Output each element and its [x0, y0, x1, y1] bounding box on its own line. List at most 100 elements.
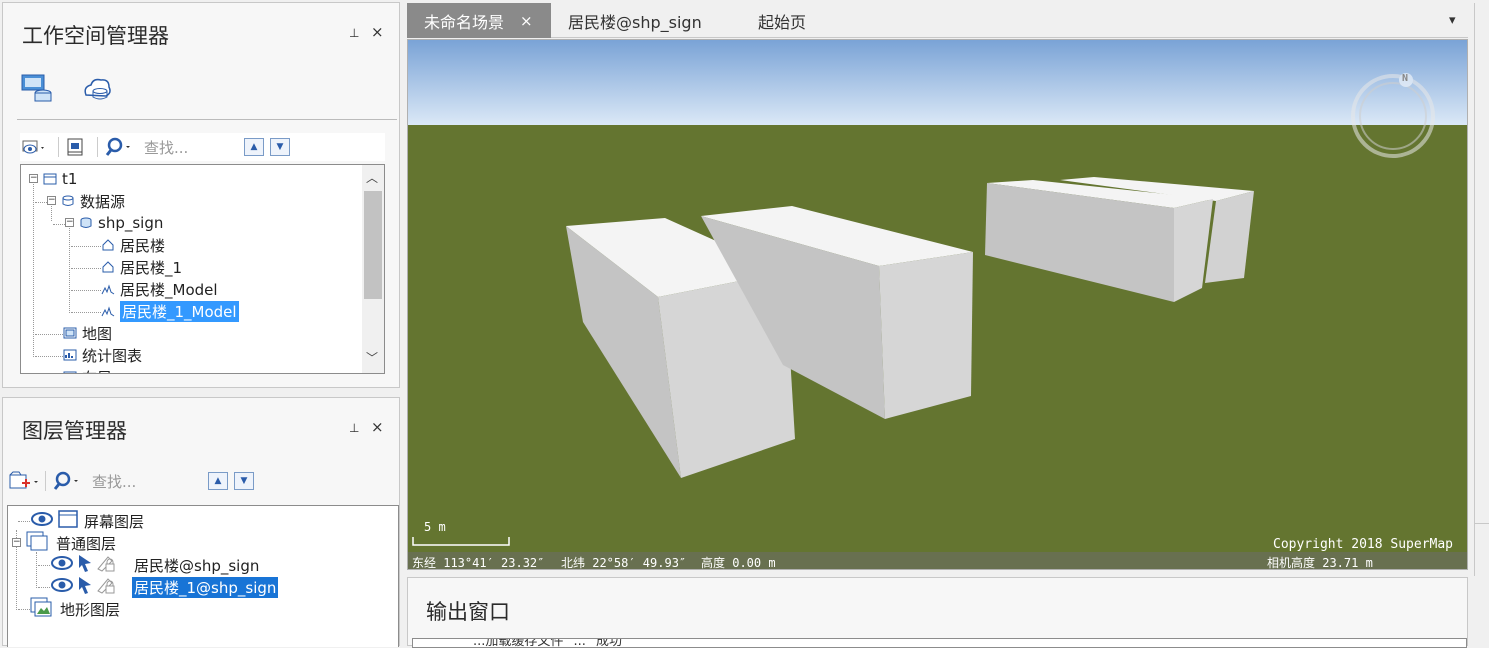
- toolbar-separator: [45, 471, 46, 491]
- tree-node-label: shp_sign: [98, 214, 164, 232]
- search-icon[interactable]: [104, 137, 132, 157]
- copyright-text: Copyright 2018 SuperMap: [1273, 537, 1454, 552]
- scroll-up-icon[interactable]: ︿: [366, 169, 378, 186]
- workspace-manager-title: 工作空间管理器: [22, 24, 169, 48]
- layer-item-label: 居民楼_1@shp_sign: [132, 576, 279, 598]
- move-up-button[interactable]: ▲: [208, 472, 228, 490]
- layer-toolbar: 查找... ▲ ▼: [7, 467, 399, 495]
- tree-node-dataset[interactable]: 居民楼_1: [101, 256, 182, 278]
- tab-close-icon[interactable]: ×: [520, 12, 533, 30]
- tree-node-datasources[interactable]: 数据源: [61, 190, 125, 212]
- visible-eye-icon[interactable]: [50, 556, 74, 574]
- collapse-toggle[interactable]: −: [12, 538, 21, 547]
- workspace-tab-icon[interactable]: [21, 73, 53, 107]
- layer-group-label: 地形图层: [60, 600, 121, 619]
- tree-node-label: 数据源: [80, 192, 126, 211]
- workspace-manager-panel: 工作空间管理器 ⊥ × 查找... ▲ ▼ − t1 − 数据源 − shp_s…: [2, 2, 400, 388]
- tree-node-dataset[interactable]: 居民楼: [101, 234, 165, 256]
- collapse-toggle[interactable]: −: [29, 174, 38, 183]
- document-tab-bar: 未命名场景 × 居民楼@shp_sign 起始页 ▾: [407, 3, 1468, 38]
- scroll-down-icon[interactable]: ﹀: [366, 349, 378, 366]
- output-window-title: 输出窗口: [426, 600, 510, 624]
- selectable-pointer-icon[interactable]: [76, 553, 94, 577]
- output-log-area: ...加载缓存文件 "..." 成功: [412, 638, 1467, 648]
- add-layer-icon[interactable]: [7, 470, 39, 492]
- collapse-toggle[interactable]: −: [65, 218, 74, 227]
- workspace-icon: [43, 173, 57, 185]
- tree-node-label: 统计图表: [82, 346, 143, 365]
- height-readout: 高度 0.00 m: [701, 556, 776, 570]
- tree-node-label: t1: [62, 170, 78, 188]
- tree-node-label: 居民楼_Model: [120, 280, 218, 299]
- editable-lock-icon[interactable]: [96, 575, 116, 599]
- tree-node-label: 布局: [82, 367, 112, 374]
- tab-label: 未命名场景: [424, 12, 505, 32]
- tree-node-workspace[interactable]: t1: [43, 168, 77, 190]
- tree-node-label: 居民楼_1_Model: [120, 300, 239, 322]
- visible-eye-icon[interactable]: [50, 578, 74, 596]
- datasource-icon: [79, 217, 93, 229]
- tree-node-label: 居民楼: [120, 236, 166, 255]
- editable-lock-icon[interactable]: [96, 553, 116, 577]
- workspace-tree: − t1 − 数据源 − shp_sign 居民楼 居民楼_1 居民楼_Mode…: [20, 164, 385, 374]
- scroll-thumb[interactable]: [364, 191, 382, 299]
- region-dataset-icon: [101, 261, 115, 273]
- tree-node-dataset[interactable]: 居民楼_Model: [101, 278, 218, 300]
- tab-list-dropdown-icon[interactable]: ▾: [1449, 3, 1456, 38]
- camera-height-readout: 相机高度 23.71 m: [1267, 556, 1373, 570]
- layer-search-input[interactable]: 查找...: [92, 471, 200, 492]
- tab-label: 居民楼@shp_sign: [568, 12, 702, 32]
- layer-group-terrain[interactable]: 地形图层: [30, 597, 121, 621]
- close-icon[interactable]: ×: [371, 23, 384, 41]
- tree-node-label: 居民楼_1: [120, 258, 183, 277]
- visible-eye-icon[interactable]: [30, 512, 54, 530]
- latitude-readout: 北纬 22°58′ 49.93″: [561, 556, 687, 570]
- pin-icon[interactable]: ⊥: [349, 26, 359, 40]
- layer-item[interactable]: 居民楼@shp_sign: [50, 554, 259, 576]
- view-mode-icon[interactable]: [20, 138, 46, 156]
- close-icon[interactable]: ×: [371, 418, 384, 436]
- layer-item-selected[interactable]: 居民楼_1@shp_sign: [50, 575, 279, 599]
- tree-node-charts[interactable]: 统计图表: [63, 344, 142, 366]
- layer-group-normal[interactable]: 普通图层: [26, 531, 117, 554]
- maps-icon: [63, 327, 77, 339]
- workspace-toolbar: 查找... ▲ ▼: [20, 133, 385, 161]
- layer-group-screen[interactable]: 屏幕图层: [30, 510, 144, 532]
- move-down-button[interactable]: ▼: [270, 138, 290, 156]
- model-dataset-icon: [101, 283, 115, 295]
- scene-viewport[interactable]: N 5 m Copyright 2018 SuperMap 东经 113°41′…: [407, 39, 1468, 570]
- output-window-panel: 输出窗口 ...加载缓存文件 "..." 成功: [407, 577, 1468, 648]
- workspace-search-input[interactable]: 查找...: [144, 137, 236, 158]
- toolbar-separator: [58, 137, 59, 157]
- tab-start-page[interactable]: 起始页: [758, 3, 806, 38]
- layouts-icon: [63, 371, 77, 373]
- search-icon[interactable]: [52, 471, 80, 491]
- layer-tree: 屏幕图层 − 普通图层 居民楼@shp_sign 居民楼_1@shp_sign …: [7, 505, 399, 647]
- layer-manager-panel: 图层管理器 ⊥ × 查找... ▲ ▼ 屏幕图层 − 普通图层 居民楼@shp_…: [2, 397, 400, 647]
- move-up-button[interactable]: ▲: [244, 138, 264, 156]
- tree-node-datasource-shp-sign[interactable]: shp_sign: [79, 212, 163, 234]
- scale-bar-label: 5 m: [424, 520, 446, 534]
- tree-node-layouts[interactable]: 布局: [63, 366, 112, 374]
- move-down-button[interactable]: ▼: [234, 472, 254, 490]
- layer-group-label: 屏幕图层: [84, 512, 145, 531]
- layer-group-label: 普通图层: [56, 534, 117, 553]
- collapse-toggle[interactable]: −: [47, 196, 56, 205]
- tree-scrollbar[interactable]: ︿ ﹀: [362, 165, 384, 373]
- tree-node-label: 地图: [82, 324, 113, 343]
- tree-node-maps[interactable]: 地图: [63, 322, 112, 344]
- open-file-icon[interactable]: [65, 137, 85, 157]
- datasources-icon: [61, 195, 75, 207]
- tab-label: 起始页: [758, 12, 807, 32]
- screen-layer-icon: [58, 510, 78, 532]
- tab-residential-dataset[interactable]: 居民楼@shp_sign: [568, 3, 702, 38]
- charts-icon: [63, 349, 77, 361]
- terrain-layer-icon: [30, 597, 54, 621]
- output-log-line: ...加载缓存文件 "..." 成功: [473, 638, 623, 648]
- cloud-database-icon[interactable]: [81, 75, 113, 107]
- pin-icon[interactable]: ⊥: [349, 421, 359, 435]
- selectable-pointer-icon[interactable]: [76, 575, 94, 599]
- layer-item-label: 居民楼@shp_sign: [134, 556, 260, 575]
- tree-node-dataset-selected[interactable]: 居民楼_1_Model: [101, 300, 239, 322]
- tab-untitled-scene[interactable]: 未命名场景 ×: [407, 3, 551, 38]
